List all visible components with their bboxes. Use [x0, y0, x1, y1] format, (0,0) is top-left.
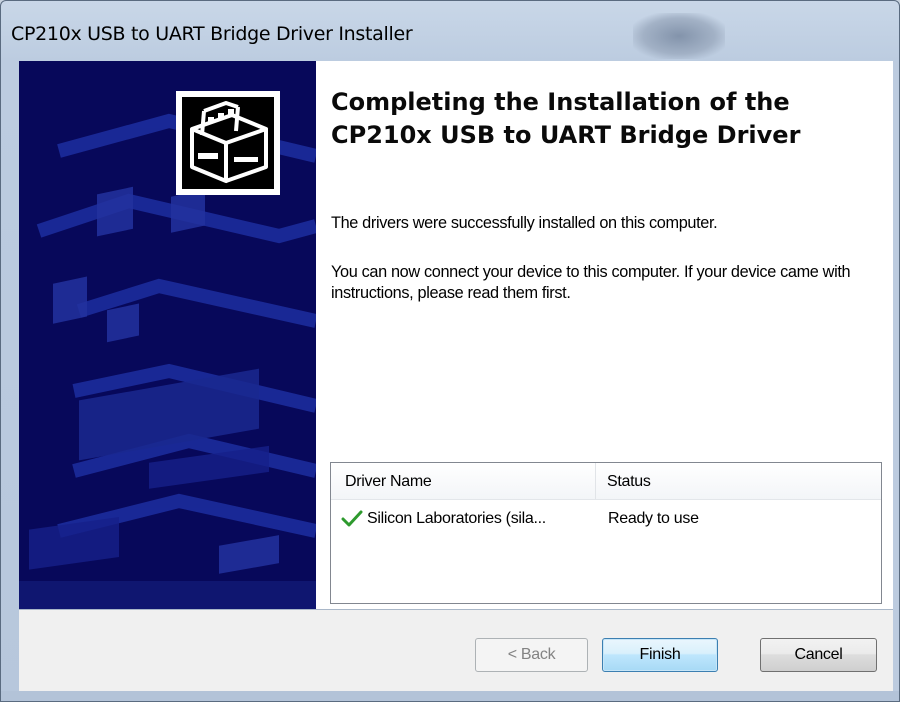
column-header-driver-name[interactable]: Driver Name — [345, 473, 432, 491]
wizard-footer: < Back Finish Cancel — [19, 610, 893, 692]
title-bar[interactable]: CP210x USB to UART Bridge Driver Install… — [1, 1, 899, 61]
back-button[interactable]: < Back — [475, 638, 588, 672]
window-title: CP210x USB to UART Bridge Driver Install… — [11, 23, 413, 45]
column-header-status[interactable]: Status — [607, 473, 651, 491]
driver-name-cell: Silicon Laboratories (sila... — [367, 510, 546, 527]
wizard-content: Completing the Installation of the CP210… — [19, 61, 893, 609]
setup-package-icon — [176, 91, 280, 195]
title-bar-glow — [633, 13, 725, 59]
driver-list-header: Driver Name Status — [331, 463, 881, 500]
finish-button[interactable]: Finish — [602, 638, 718, 672]
driver-list[interactable]: Driver Name Status Silicon Laboratories … — [330, 462, 882, 604]
success-message: The drivers were successfully installed … — [331, 214, 718, 232]
cancel-button[interactable]: Cancel — [760, 638, 877, 672]
table-row[interactable]: Silicon Laboratories (sila... Ready to u… — [331, 508, 881, 532]
wizard-banner — [19, 61, 316, 609]
completion-heading: Completing the Installation of the CP210… — [331, 88, 801, 149]
driver-status-cell: Ready to use — [608, 510, 699, 527]
instructions-message: You can now connect your device to this … — [331, 263, 851, 302]
column-divider[interactable] — [595, 463, 596, 499]
window-frame-bottom — [1, 691, 899, 701]
installer-window: CP210x USB to UART Bridge Driver Install… — [0, 0, 900, 702]
checkmark-icon — [341, 510, 363, 533]
